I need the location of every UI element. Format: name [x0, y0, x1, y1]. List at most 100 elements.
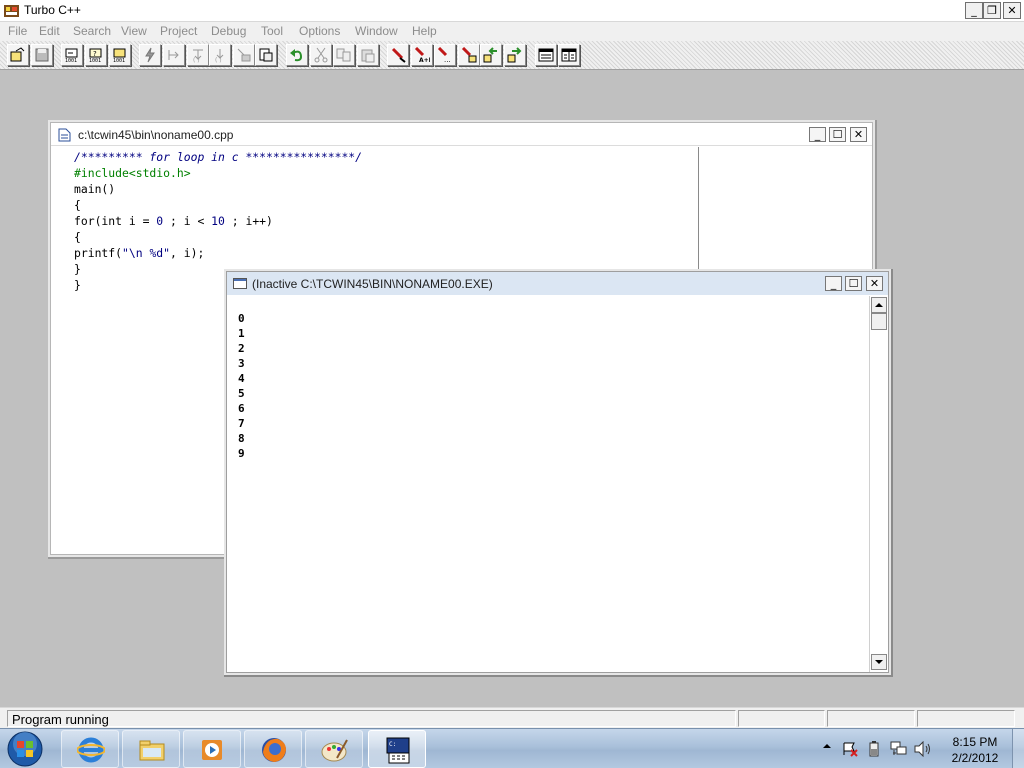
- build-button[interactable]: [255, 44, 277, 66]
- code-line: {: [74, 230, 81, 244]
- menu-tool[interactable]: Tool: [261, 24, 283, 38]
- menu-debug[interactable]: Debug: [211, 24, 246, 38]
- menu-project[interactable]: Project: [160, 24, 197, 38]
- network-icon[interactable]: [890, 741, 908, 757]
- output-close-button[interactable]: ✕: [866, 276, 883, 291]
- undo-button[interactable]: [286, 44, 308, 66]
- output-line: 6: [238, 402, 245, 415]
- editor-close-button[interactable]: ✕: [850, 127, 867, 142]
- cut-button[interactable]: [310, 44, 332, 66]
- taskbar: C: 8:15 PM 2/2/2012: [0, 728, 1024, 768]
- arrow-down-icon: [875, 660, 883, 664]
- previous-message-icon: [483, 47, 497, 63]
- inspect-button[interactable]: [387, 44, 409, 66]
- code-line: #include<stdio.h>: [74, 166, 191, 180]
- window-tile-icon: [538, 48, 554, 62]
- next-message-button[interactable]: [504, 44, 526, 66]
- watch-button[interactable]: ...: [434, 44, 456, 66]
- output-line: 3: [238, 357, 245, 370]
- save-button[interactable]: [31, 44, 53, 66]
- action-center-icon[interactable]: [842, 741, 858, 757]
- taskbar-turbo-cpp[interactable]: C:: [368, 730, 426, 768]
- scroll-up-button[interactable]: [871, 297, 887, 313]
- output-window[interactable]: (Inactive C:\TCWIN45\BIN\NONAME00.EXE) _…: [226, 271, 889, 673]
- clock-time[interactable]: 8:15 PM: [945, 735, 1005, 749]
- copy-icon: [336, 48, 351, 62]
- close-button[interactable]: ✕: [1003, 2, 1021, 19]
- svg-text:1001: 1001: [113, 58, 125, 63]
- media-player-icon: [202, 740, 222, 760]
- open-project-button[interactable]: [7, 44, 29, 66]
- compile-icon: [145, 47, 155, 63]
- replace-button[interactable]: 1001: [109, 44, 131, 66]
- volume-icon[interactable]: [914, 741, 932, 757]
- app-title-bar: Turbo C++ _ ❐ ✕: [0, 0, 1024, 22]
- show-hidden-icons-icon[interactable]: [822, 741, 832, 751]
- right-margin-line: [698, 147, 699, 277]
- scroll-down-button[interactable]: [871, 654, 887, 670]
- editor-maximize-button[interactable]: ☐: [829, 127, 846, 142]
- run-to-cursor-button[interactable]: ( ): [209, 44, 231, 66]
- output-title-bar[interactable]: (Inactive C:\TCWIN45\BIN\NONAME00.EXE) _…: [227, 272, 888, 295]
- output-title: (Inactive C:\TCWIN45\BIN\NONAME00.EXE): [252, 277, 493, 291]
- undo-icon: [290, 49, 303, 62]
- previous-message-button[interactable]: [480, 44, 502, 66]
- show-desktop-button[interactable]: [1012, 729, 1024, 768]
- menu-window[interactable]: Window: [355, 24, 398, 38]
- output-minimize-button[interactable]: _: [825, 276, 842, 291]
- code-line: printf("\n %d", i);: [74, 246, 205, 260]
- minimize-button[interactable]: _: [965, 2, 983, 19]
- console-icon: [233, 278, 247, 289]
- svg-text:C:: C:: [389, 741, 396, 748]
- menu-edit[interactable]: Edit: [39, 24, 60, 38]
- code-line: {: [74, 198, 81, 212]
- find-next-button[interactable]: ? 1001: [85, 44, 107, 66]
- vertical-scrollbar[interactable]: [869, 296, 887, 672]
- document-icon: [58, 128, 71, 142]
- start-button[interactable]: [6, 730, 44, 768]
- output-maximize-button[interactable]: ☐: [845, 276, 862, 291]
- window-cascade-button[interactable]: [558, 44, 580, 66]
- menu-file[interactable]: File: [8, 24, 27, 38]
- clock-date[interactable]: 2/2/2012: [945, 751, 1005, 765]
- find-button[interactable]: 1001: [61, 44, 83, 66]
- taskbar-paint[interactable]: [305, 730, 363, 768]
- taskbar-windows-explorer[interactable]: [122, 730, 180, 768]
- status-panel: [917, 710, 1015, 727]
- status-text: Program running: [12, 712, 109, 727]
- taskbar-firefox[interactable]: [244, 730, 302, 768]
- step-over-button[interactable]: [163, 44, 185, 66]
- app-title: Turbo C++: [24, 3, 81, 17]
- restore-button[interactable]: ❐: [983, 2, 1001, 19]
- find-icon: 1001: [65, 48, 78, 63]
- scrollbar-thumb[interactable]: [871, 313, 887, 330]
- taskbar-media-player[interactable]: [183, 730, 241, 768]
- paste-button[interactable]: [357, 44, 379, 66]
- toggle-breakpoint-button[interactable]: [233, 44, 255, 66]
- menu-options[interactable]: Options: [299, 24, 340, 38]
- next-message-icon: [507, 47, 522, 63]
- window-cascade-icon: [561, 48, 577, 62]
- menu-search[interactable]: Search: [73, 24, 111, 38]
- console-output: 0 1 2 3 4 5 6 7 8 9: [227, 296, 867, 672]
- step-over-icon: [168, 50, 179, 60]
- open-project-icon: [10, 47, 25, 62]
- copy-button[interactable]: [333, 44, 355, 66]
- editor-title-bar[interactable]: c:\tcwin45\bin\noname00.cpp _ ☐ ✕: [51, 123, 872, 146]
- minimize-icon: _: [971, 4, 977, 17]
- trace-into-icon: ( ): [193, 49, 203, 63]
- battery-icon[interactable]: [866, 741, 882, 757]
- menu-view[interactable]: View: [121, 24, 147, 38]
- taskbar-internet-explorer[interactable]: [61, 730, 119, 768]
- editor-minimize-button[interactable]: _: [809, 127, 826, 142]
- window-tile-button[interactable]: [535, 44, 557, 66]
- svg-text:( ): ( ): [193, 57, 200, 63]
- turbo-cpp-icon: C:: [386, 737, 410, 764]
- svg-text:...: ...: [444, 56, 451, 63]
- inspect-icon: [391, 47, 406, 63]
- trace-into-button[interactable]: ( ): [187, 44, 209, 66]
- evaluate-button[interactable]: A+B: [411, 44, 433, 66]
- menu-help[interactable]: Help: [412, 24, 437, 38]
- compile-button[interactable]: [139, 44, 161, 66]
- breakpoint-button[interactable]: [458, 44, 480, 66]
